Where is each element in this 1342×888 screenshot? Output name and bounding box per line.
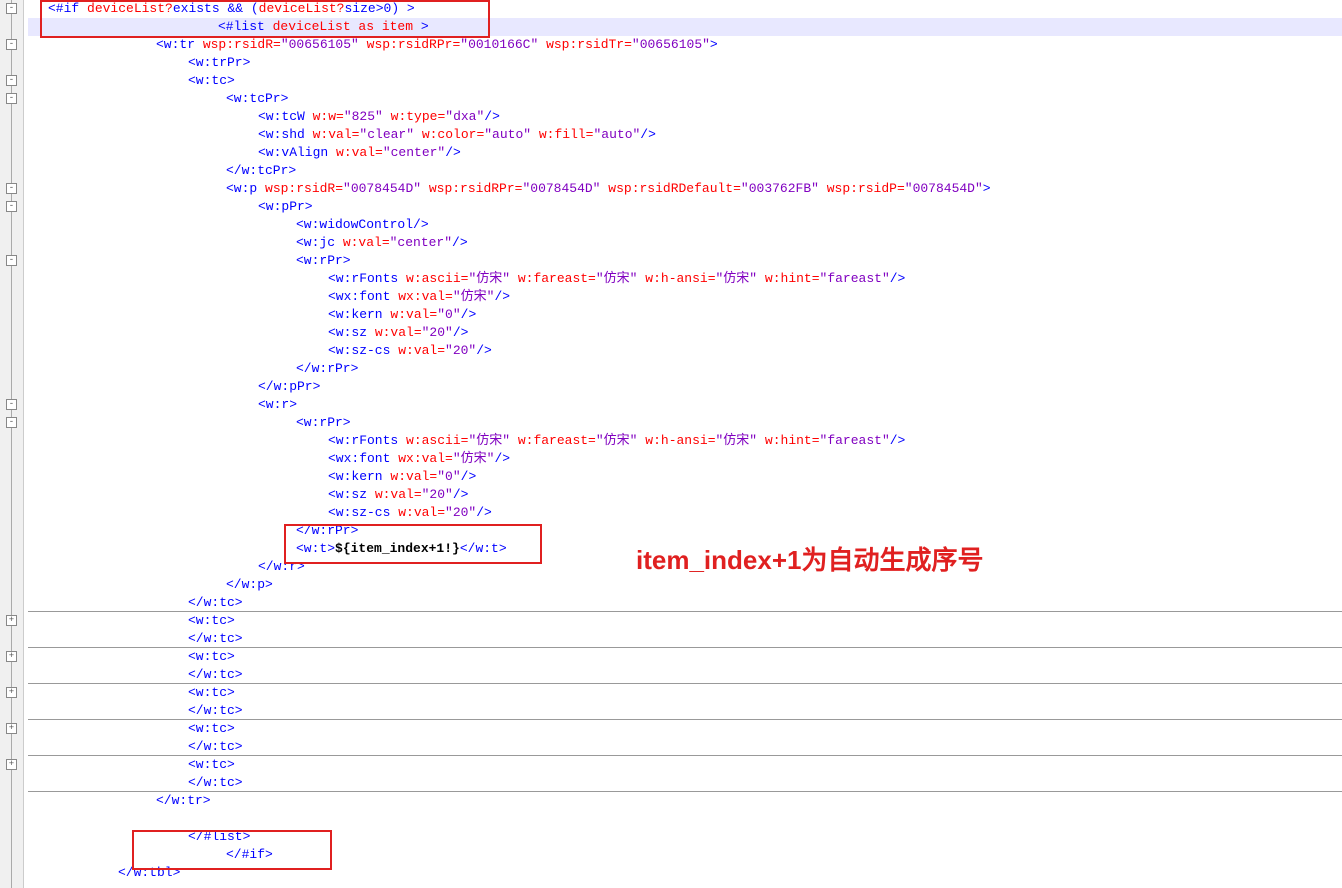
fold-marker[interactable]: +	[6, 651, 17, 662]
fold-marker[interactable]: -	[6, 3, 17, 14]
code-line: </w:tc>	[28, 630, 1342, 648]
code-line: </w:rPr>	[28, 360, 1342, 378]
code-line: </w:rPr>	[28, 522, 1342, 540]
fold-marker[interactable]: -	[6, 255, 17, 266]
fold-marker[interactable]: +	[6, 723, 17, 734]
fold-marker[interactable]: +	[6, 615, 17, 626]
fold-marker[interactable]: +	[6, 687, 17, 698]
code-line: <w:tcW w:w="825" w:type="dxa"/>	[28, 108, 1342, 126]
code-line: <w:jc w:val="center"/>	[28, 234, 1342, 252]
code-line: <w:tc>	[28, 720, 1342, 738]
code-line: <w:kern w:val="0"/>	[28, 306, 1342, 324]
code-line: <#list deviceList as item >	[28, 18, 1342, 36]
code-line: </w:tcPr>	[28, 162, 1342, 180]
code-line	[28, 810, 1342, 828]
code-line: <w:sz-cs w:val="20"/>	[28, 342, 1342, 360]
code-line: <w:tc>	[28, 612, 1342, 630]
code-area[interactable]: <#if deviceList?exists && (deviceList?si…	[24, 0, 1342, 888]
code-line: <w:tc>	[28, 72, 1342, 90]
code-line: <wx:font wx:val="仿宋"/>	[28, 450, 1342, 468]
code-line: <w:tc>	[28, 684, 1342, 702]
code-line: </#if>	[28, 846, 1342, 864]
fold-marker[interactable]: -	[6, 417, 17, 428]
code-line: </w:tc>	[28, 594, 1342, 612]
fold-marker[interactable]: -	[6, 183, 17, 194]
code-line: </w:tc>	[28, 738, 1342, 756]
fold-marker[interactable]: -	[6, 399, 17, 410]
code-line: <wx:font wx:val="仿宋"/>	[28, 288, 1342, 306]
code-line: <w:widowControl/>	[28, 216, 1342, 234]
code-line: <w:rFonts w:ascii="仿宋" w:fareast="仿宋" w:…	[28, 270, 1342, 288]
code-line: <w:tc>	[28, 756, 1342, 774]
code-line: <w:rFonts w:ascii="仿宋" w:fareast="仿宋" w:…	[28, 432, 1342, 450]
code-line: <#if deviceList?exists && (deviceList?si…	[28, 0, 1342, 18]
code-line: <w:sz-cs w:val="20"/>	[28, 504, 1342, 522]
code-line: <w:tc>	[28, 648, 1342, 666]
code-line: </w:tr>	[28, 792, 1342, 810]
code-line: <w:rPr>	[28, 414, 1342, 432]
code-line: </#list>	[28, 828, 1342, 846]
code-line: </w:tc>	[28, 702, 1342, 720]
code-line: <w:tr wsp:rsidR="00656105" wsp:rsidRPr="…	[28, 36, 1342, 54]
code-line: <w:pPr>	[28, 198, 1342, 216]
code-line: <w:sz w:val="20"/>	[28, 486, 1342, 504]
code-line: </w:pPr>	[28, 378, 1342, 396]
fold-marker[interactable]: +	[6, 759, 17, 770]
code-line: <w:sz w:val="20"/>	[28, 324, 1342, 342]
code-line: <w:trPr>	[28, 54, 1342, 72]
code-line: <w:shd w:val="clear" w:color="auto" w:fi…	[28, 126, 1342, 144]
code-line: </w:tc>	[28, 774, 1342, 792]
code-line: <w:p wsp:rsidR="0078454D" wsp:rsidRPr="0…	[28, 180, 1342, 198]
fold-marker[interactable]: -	[6, 93, 17, 104]
code-line: </w:tbl>	[28, 864, 1342, 882]
code-line: <w:r>	[28, 396, 1342, 414]
code-editor[interactable]: - - - - - - - - - + + + + + <#if deviceL…	[0, 0, 1342, 888]
fold-gutter: - - - - - - - - - + + + + +	[0, 0, 24, 888]
code-line: <w:kern w:val="0"/>	[28, 468, 1342, 486]
code-line: </w:p>	[28, 576, 1342, 594]
code-line: <w:rPr>	[28, 252, 1342, 270]
code-line: </w:tc>	[28, 666, 1342, 684]
fold-marker[interactable]: -	[6, 75, 17, 86]
annotation-text: item_index+1为自动生成序号	[636, 540, 983, 577]
fold-marker[interactable]: -	[6, 201, 17, 212]
fold-marker[interactable]: -	[6, 39, 17, 50]
code-line: <w:vAlign w:val="center"/>	[28, 144, 1342, 162]
code-line: <w:tcPr>	[28, 90, 1342, 108]
